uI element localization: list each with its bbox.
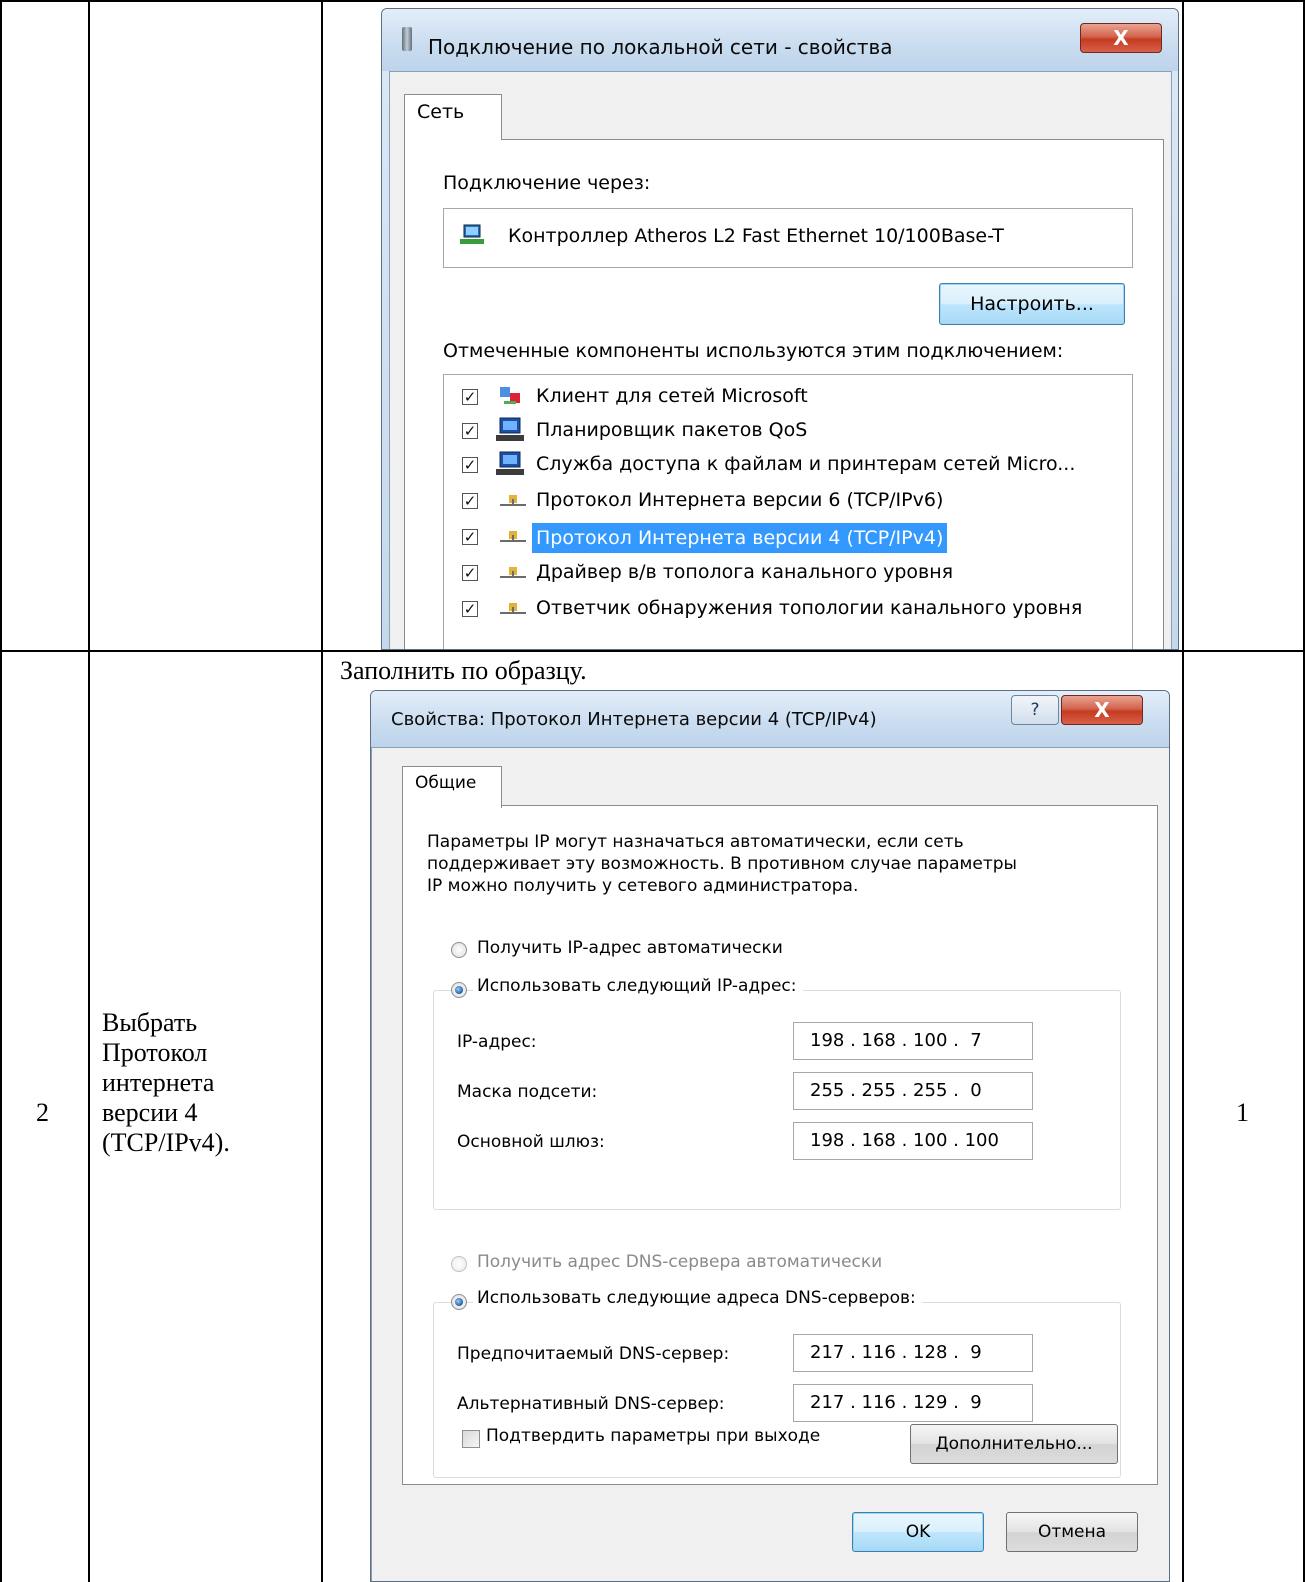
computer-icon [496, 417, 524, 441]
protocol-icon [500, 495, 526, 506]
adapter-name: Контроллер Atheros L2 Fast Ethernet 10/1… [508, 225, 1004, 247]
list-item[interactable]: ✓ Планировщик пакетов QoS [444, 415, 1132, 449]
dialog-title: Подключение по локальной сети - свойства [428, 35, 893, 59]
gateway-label: Основной шлюз: [457, 1132, 605, 1152]
list-item[interactable]: ✓ Протокол Интернета версии 6 (TCP/IPv6) [444, 485, 1132, 519]
manual-ip-radio[interactable] [451, 982, 467, 998]
close-button[interactable]: X [1061, 695, 1143, 725]
lan-properties-dialog: Подключение по локальной сети - свойства… [381, 8, 1179, 650]
protocol-icon [500, 603, 526, 614]
dialog-body: Сеть Подключение через: Контроллер Ather… [389, 71, 1172, 649]
close-button[interactable]: X [1080, 23, 1162, 53]
component-checkbox[interactable]: ✓ [462, 389, 478, 405]
intro-line-3: IP можно получить у сетевого администрат… [427, 876, 859, 896]
protocol-icon [500, 531, 526, 542]
component-checkbox[interactable]: ✓ [462, 565, 478, 581]
list-item[interactable]: ✓ Служба доступа к файлам и принтерам се… [444, 449, 1132, 483]
gateway-input[interactable]: 198 . 168 . 100 . 100 [793, 1122, 1033, 1160]
preferred-dns-input[interactable]: 217 . 116 . 128 . 9 [793, 1334, 1033, 1372]
ok-button[interactable]: OK [852, 1512, 984, 1552]
component-checkbox[interactable]: ✓ [462, 423, 478, 439]
alternate-dns-label: Альтернативный DNS-сервер: [457, 1394, 725, 1414]
row-description: Выбрать Протокол интернета версии 4 (TCP… [102, 1008, 230, 1157]
subnet-mask-input[interactable]: 255 . 255 . 255 . 0 [793, 1072, 1033, 1110]
component-checkbox[interactable]: ✓ [462, 457, 478, 473]
cancel-button[interactable]: Отмена [1006, 1512, 1138, 1552]
manual-dns-label: Использовать следующие адреса DNS-сервер… [473, 1288, 922, 1308]
validate-label: Подтвердить параметры при выходе [486, 1426, 821, 1446]
auto-ip-label: Получить IP-адрес автоматически [477, 938, 783, 958]
row-number: 2 [36, 1098, 49, 1127]
configure-button[interactable]: Настроить... [939, 283, 1125, 325]
ip-address-input[interactable]: 198 . 168 . 100 . 7 [793, 1022, 1033, 1060]
tab-general[interactable]: Общие [402, 766, 502, 808]
list-item[interactable]: ✓ Ответчик обнаружения топологии канальн… [444, 593, 1132, 627]
network-client-icon [500, 387, 520, 404]
close-icon: X [1113, 26, 1129, 50]
auto-dns-radio[interactable] [451, 1256, 467, 1272]
row-score: 1 [1236, 1098, 1249, 1127]
list-item-selected[interactable]: ✓ Протокол Интернета версии 4 (TCP/IPv4) [444, 521, 1132, 555]
component-checkbox[interactable]: ✓ [462, 601, 478, 617]
table-border-left [0, 0, 2, 1582]
help-icon: ? [1030, 700, 1040, 720]
intro-line-2: поддерживает эту возможность. В противно… [427, 854, 1017, 874]
row-instruction: Заполнить по образцу. [340, 656, 587, 685]
component-label: Ответчик обнаружения топологии канальног… [536, 597, 1083, 619]
preferred-dns-label: Предпочитаемый DNS-сервер: [457, 1344, 730, 1364]
protocol-icon [500, 567, 526, 578]
connect-via-label: Подключение через: [443, 172, 651, 194]
tab-panel: Параметры IP могут назначаться автоматич… [402, 805, 1158, 1485]
auto-dns-label: Получить адрес DNS-сервера автоматически [477, 1252, 883, 1272]
components-label: Отмеченные компоненты используются этим … [443, 340, 1064, 362]
component-label: Планировщик пакетов QoS [536, 419, 808, 441]
dialog-titlebar: Свойства: Протокол Интернета версии 4 (T… [371, 691, 1169, 747]
network-plug-icon [402, 27, 412, 51]
adapter-box: Контроллер Atheros L2 Fast Ethernet 10/1… [443, 208, 1133, 268]
manual-ip-label: Использовать следующий IP-адрес: [473, 976, 803, 996]
table-row-line [0, 650, 1305, 652]
ipv4-properties-dialog: Свойства: Протокол Интернета версии 4 (T… [370, 690, 1170, 1582]
table-border-top [0, 0, 1305, 2]
ip-address-label: IP-адрес: [457, 1032, 537, 1052]
component-checkbox[interactable]: ✓ [462, 493, 478, 509]
computer-icon [496, 451, 524, 475]
auto-ip-radio[interactable] [451, 942, 467, 958]
validate-checkbox[interactable] [462, 1430, 480, 1448]
table-col-line-2 [321, 0, 323, 1582]
component-label: Клиент для сетей Microsoft [536, 385, 808, 407]
table-col-line-1 [88, 0, 90, 1582]
components-list[interactable]: ✓ Клиент для сетей Microsoft ✓ Планировщ… [443, 374, 1133, 649]
component-label: Протокол Интернета версии 4 (TCP/IPv4) [532, 523, 948, 553]
alternate-dns-input[interactable]: 217 . 116 . 129 . 9 [793, 1384, 1033, 1422]
dialog-body: Общие Параметры IP могут назначаться авт… [371, 747, 1169, 1581]
table-col-line-3 [1182, 0, 1184, 1582]
network-adapter-icon [460, 224, 484, 244]
component-checkbox[interactable]: ✓ [462, 529, 478, 545]
close-icon: X [1094, 698, 1110, 722]
component-label: Служба доступа к файлам и принтерам сете… [536, 453, 1076, 475]
advanced-button[interactable]: Дополнительно... [910, 1424, 1118, 1464]
list-item[interactable]: ✓ Драйвер в/в тополога канального уровня [444, 557, 1132, 591]
list-item[interactable]: ✓ Клиент для сетей Microsoft [444, 381, 1132, 415]
manual-dns-radio[interactable] [451, 1294, 467, 1310]
dialog-titlebar: Подключение по локальной сети - свойства… [382, 9, 1178, 71]
help-button[interactable]: ? [1011, 695, 1059, 725]
subnet-mask-label: Маска подсети: [457, 1082, 598, 1102]
intro-line-1: Параметры IP могут назначаться автоматич… [427, 832, 964, 852]
tab-network[interactable]: Сеть [404, 94, 502, 140]
tab-panel: Подключение через: Контроллер Atheros L2… [404, 139, 1164, 649]
component-label: Драйвер в/в тополога канального уровня [536, 561, 954, 583]
component-label: Протокол Интернета версии 6 (TCP/IPv6) [536, 489, 944, 511]
dialog-title: Свойства: Протокол Интернета версии 4 (T… [391, 709, 877, 730]
